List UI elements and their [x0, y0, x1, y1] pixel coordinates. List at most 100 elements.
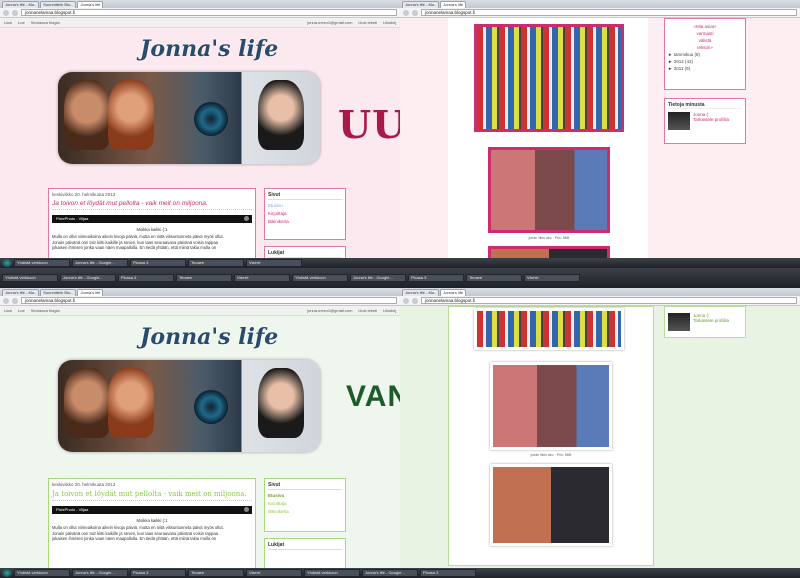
taskbar-item[interactable]: Picasa 3 [408, 274, 464, 282]
url-input[interactable]: jonnanelamaa.blogspot.fi [21, 297, 397, 304]
taskbar-item[interactable]: Picasa 3 [130, 569, 186, 577]
browser-tab[interactable]: Jonna's life - Mo.. [402, 289, 440, 296]
header-banner-image [58, 72, 320, 164]
taskbar-item[interactable]: Teoaee [188, 569, 244, 577]
profile-link[interactable]: Tarkastele profiilia [693, 318, 729, 323]
taskbar-item[interactable]: Picasa 3 [118, 274, 174, 282]
start-icon[interactable] [2, 259, 12, 267]
post-photo-shirts[interactable] [488, 147, 610, 233]
page-link[interactable]: Kirjoittaja [268, 501, 342, 506]
navbar-link[interactable]: Lue [18, 308, 25, 313]
browser-tab-active[interactable]: Jonna's life [77, 289, 104, 296]
forward-icon[interactable] [412, 297, 418, 304]
video-player[interactable]: PixiePhoto - Viljaa [52, 506, 252, 514]
browser-tab[interactable]: Jonna's life - Mo.. [2, 289, 40, 296]
new-post-link[interactable]: Uusi tekstі [358, 308, 376, 313]
portrait-image [64, 80, 110, 150]
taskbar-item[interactable]: Teoaee [176, 274, 232, 282]
post-title[interactable]: Ja toivon et löydät mut pellolta - vaik … [52, 490, 252, 501]
profile-link[interactable]: Tarkastele profiilia [693, 117, 729, 122]
gadget-title: Tietoja minusta [668, 102, 742, 109]
page-link[interactable]: Etusivu [268, 493, 342, 498]
url-input[interactable]: jonnanelamaa.blogspot.fi [421, 9, 797, 16]
post-photo-faces[interactable] [490, 464, 612, 546]
back-icon[interactable] [3, 297, 9, 304]
taskbar-item[interactable]: Teoaee [188, 259, 244, 267]
eye-image [194, 102, 228, 136]
post-body: Moikka kaikki (:1 Mulla on ollut viimeai… [52, 227, 252, 251]
taskbar-item[interactable]: Picasa 3 [130, 259, 186, 267]
avatar[interactable] [668, 112, 690, 130]
uusi-label: UUSI [338, 102, 400, 147]
account-email[interactable]: jonna.mesn1@gmail.com [307, 20, 352, 25]
post-photo-store[interactable] [474, 24, 624, 132]
taskbar-item[interactable]: Yhdistä verkkoon [292, 274, 348, 282]
page-link[interactable]: Bikinikerta [268, 509, 342, 514]
taskbar-item[interactable]: Viserrt [524, 274, 580, 282]
header-title: Jonna's life [140, 324, 279, 350]
taskbar-item[interactable]: Jonna's life - Google... [60, 274, 116, 282]
page-link[interactable]: Bikinikerta [268, 219, 342, 224]
taskbar-item[interactable]: Viserrt [246, 259, 302, 267]
navbar-link[interactable]: Seuraava blogia [31, 20, 60, 25]
taskbar-item[interactable]: Jonna's life - Google... [350, 274, 406, 282]
taskbar-item[interactable]: Jonna's life - Google... [362, 569, 418, 577]
account-email[interactable]: jonna.mesn1@gmail.com [307, 308, 352, 313]
page-link[interactable]: Kirjoittaja [268, 211, 342, 216]
blog-header[interactable]: Jonna's life [48, 34, 338, 184]
back-icon[interactable] [3, 9, 9, 16]
settings-icon[interactable] [244, 216, 249, 221]
settings-icon[interactable] [244, 507, 249, 512]
video-player[interactable]: PixiePhoto - Viljaa [52, 215, 252, 223]
screen-old-right: Jonna's life - Mo.. Jonna's life jonnane… [400, 288, 800, 578]
taskbar-item[interactable]: Yhdistä verkkoon [14, 569, 70, 577]
logout-link[interactable]: Uloskirj [383, 308, 396, 313]
browser-tab-active[interactable]: Jonna's life [440, 289, 467, 296]
navbar-link[interactable]: Uusi [4, 308, 12, 313]
readers-gadget: Lukijat [264, 538, 346, 572]
taskbar-item[interactable]: Jonna's life - Google... [72, 259, 128, 267]
blog-header[interactable]: Jonna's life [48, 322, 338, 472]
start-icon[interactable] [2, 569, 12, 577]
avatar[interactable] [668, 313, 690, 331]
taskbar-item[interactable]: Yhdistä verkkoon [14, 259, 70, 267]
forward-icon[interactable] [12, 297, 18, 304]
taskbar-item[interactable]: Teoaee [466, 274, 522, 282]
tab-bar: Jonna's life - Mo.. Suunnittelu Blo... J… [0, 0, 400, 8]
player-label: PixiePhoto - Viljaa [56, 216, 89, 221]
new-post-link[interactable]: Uusi tekstі [358, 20, 376, 25]
back-icon[interactable] [403, 297, 409, 304]
browser-tab[interactable]: Suunnittelu Blo... [40, 289, 77, 296]
post-photo-shirts[interactable] [490, 362, 612, 450]
archive-item[interactable]: ► tammikuu (8) [668, 52, 742, 57]
archive-item[interactable]: ► 2011 (9) [668, 66, 742, 71]
navbar-link[interactable]: Lue [18, 20, 25, 25]
screen-new-left: Jonna's life - Mo.. Suunnittelu Blo... J… [0, 0, 400, 268]
archive-item[interactable]: ► 2012 (42) [668, 59, 742, 64]
browser-tab[interactable]: Jonna's life - Mo.. [402, 1, 440, 8]
browser-tab-active[interactable]: Jonna's life [77, 1, 104, 8]
navbar-link[interactable]: Uusi [4, 20, 12, 25]
header-title: Jonna's life [140, 36, 279, 62]
forward-icon[interactable] [12, 9, 18, 16]
logout-link[interactable]: Uloskirj [383, 20, 396, 25]
taskbar-item[interactable]: Yhdistä verkkoon [304, 569, 360, 577]
navbar-link[interactable]: Seuraava blogia [31, 308, 60, 313]
browser-tab[interactable]: Suunnittelu Blo... [40, 1, 77, 8]
taskbar-item[interactable]: Picasa 3 [420, 569, 476, 577]
url-input[interactable]: jonnanelamaa.blogspot.fi [421, 297, 797, 304]
back-icon[interactable] [403, 9, 409, 16]
browser-tab-active[interactable]: Jonna's life [440, 1, 467, 8]
page-link[interactable]: Etusivu [268, 203, 342, 208]
browser-tab[interactable]: Jonna's life - Mo.. [2, 1, 40, 8]
url-input[interactable]: jonnanelamaa.blogspot.fi [21, 9, 397, 16]
post-photo-store[interactable] [474, 308, 624, 350]
taskbar-item[interactable]: Jonna's life - Google... [72, 569, 128, 577]
taskbar-item[interactable]: Yhdistä verkkoon [2, 274, 58, 282]
taskbar-item[interactable]: Viserrt [246, 569, 302, 577]
taskbar-item[interactable]: Viserrt [234, 274, 290, 282]
post-title[interactable]: Ja toivon et löydät mut pellolta - vaik … [52, 200, 252, 210]
tab-bar: Jonna's life - Mo.. Jonna's life [400, 288, 800, 296]
forward-icon[interactable] [412, 9, 418, 16]
archive-note: «Mia asiat» [693, 24, 717, 29]
